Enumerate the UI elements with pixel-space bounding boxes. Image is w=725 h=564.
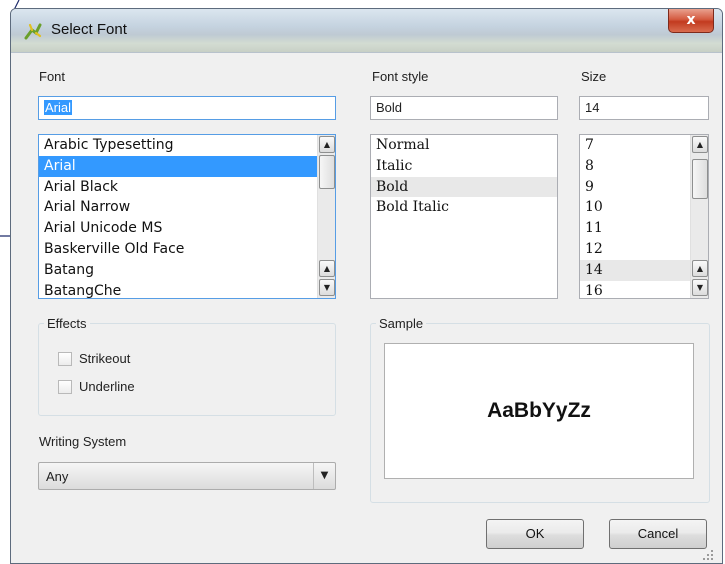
scroll-down-icon[interactable]: ▼ xyxy=(319,279,335,296)
underline-label[interactable]: Underline xyxy=(79,379,135,394)
size-input[interactable]: 14 xyxy=(579,96,709,120)
effects-title: Effects xyxy=(44,316,90,331)
underline-checkbox[interactable] xyxy=(58,380,72,394)
list-item[interactable]: Bold Italic xyxy=(371,197,557,218)
list-item[interactable]: Arial Black xyxy=(39,177,335,198)
font-list-items: Arabic Typesetting Arial Arial Black Arial … xyxy=(39,135,335,298)
list-item[interactable]: 9 xyxy=(580,177,708,198)
effects-group xyxy=(38,323,336,416)
font-style-list[interactable]: Normal Italic Bold Bold Italic xyxy=(370,134,558,299)
list-item[interactable]: 8 xyxy=(580,156,708,177)
sample-title: Sample xyxy=(376,316,427,331)
window-title: Select Font xyxy=(51,21,127,38)
list-item[interactable]: 10 xyxy=(580,197,708,218)
size-input-value: 14 xyxy=(585,100,600,115)
chevron-down-icon[interactable]: ▼ xyxy=(313,463,335,489)
font-list[interactable]: Arabic Typesetting Arial Arial Black Arial … xyxy=(38,134,336,299)
scroll-up-icon[interactable]: ▲ xyxy=(319,136,335,153)
list-item[interactable]: Batang xyxy=(39,260,335,281)
font-input[interactable]: Arial xyxy=(38,96,336,120)
scroll-down-icon[interactable]: ▼ xyxy=(692,279,708,296)
close-button[interactable]: x xyxy=(668,9,714,33)
dialog-body: Font Arial Arabic Typesetting Arial Arial … xyxy=(17,53,716,563)
size-list-items: 7 8 9 10 11 12 14 16 xyxy=(580,135,708,298)
size-list-scrollbar[interactable]: ▲ ▲ ▼ xyxy=(690,135,708,298)
list-item[interactable]: BatangChe xyxy=(39,281,335,298)
size-list[interactable]: 7 8 9 10 11 12 14 16 ▲ ▲ ▼ xyxy=(579,134,709,299)
list-item[interactable]: Italic xyxy=(371,156,557,177)
list-item[interactable]: Arial Narrow xyxy=(39,197,335,218)
list-item[interactable]: 7 xyxy=(580,135,708,156)
font-style-input[interactable]: Bold xyxy=(370,96,558,120)
list-item[interactable]: Arial Unicode MS xyxy=(39,218,335,239)
list-item[interactable]: Baskerville Old Face xyxy=(39,239,335,260)
scroll-up-icon[interactable]: ▲ xyxy=(692,260,708,277)
sample-text: AaBbYyZz xyxy=(487,399,591,422)
sample-preview: AaBbYyZz xyxy=(384,343,694,479)
writing-system-label: Writing System xyxy=(39,434,127,449)
list-item[interactable]: 16 xyxy=(580,281,708,298)
resize-grip-icon[interactable] xyxy=(702,549,714,561)
list-item[interactable]: Bold xyxy=(371,176,557,198)
select-font-dialog: Select Font x Font Arial Arabic Typesett… xyxy=(10,8,723,564)
list-item[interactable]: 11 xyxy=(580,218,708,239)
writing-system-value: Any xyxy=(46,469,69,484)
font-input-value: Arial xyxy=(44,100,73,115)
list-item[interactable]: Arial xyxy=(39,155,335,177)
list-item[interactable]: Arabic Typesetting xyxy=(39,135,335,156)
scroll-up-icon[interactable]: ▲ xyxy=(319,260,335,277)
font-style-input-value: Bold xyxy=(376,100,403,115)
font-style-label: Font style xyxy=(372,69,429,84)
scroll-thumb[interactable] xyxy=(319,155,335,189)
strikeout-checkbox[interactable] xyxy=(58,352,72,366)
writing-system-select[interactable]: Any ▼ xyxy=(38,462,336,490)
font-style-list-items: Normal Italic Bold Bold Italic xyxy=(371,135,557,218)
title-bar: Select Font x xyxy=(11,9,722,53)
list-item[interactable]: 12 xyxy=(580,239,708,260)
strikeout-label[interactable]: Strikeout xyxy=(79,351,130,366)
font-list-scrollbar[interactable]: ▲ ▲ ▼ xyxy=(317,135,335,298)
cancel-button[interactable]: Cancel xyxy=(609,519,707,549)
ok-button[interactable]: OK xyxy=(486,519,584,549)
scroll-thumb[interactable] xyxy=(692,159,708,199)
font-label: Font xyxy=(39,69,66,84)
qgis-logo-icon xyxy=(24,23,42,40)
size-label: Size xyxy=(581,69,607,84)
scroll-up-icon[interactable]: ▲ xyxy=(692,136,708,153)
list-item[interactable]: 14 xyxy=(580,259,708,281)
list-item[interactable]: Normal xyxy=(371,135,557,156)
